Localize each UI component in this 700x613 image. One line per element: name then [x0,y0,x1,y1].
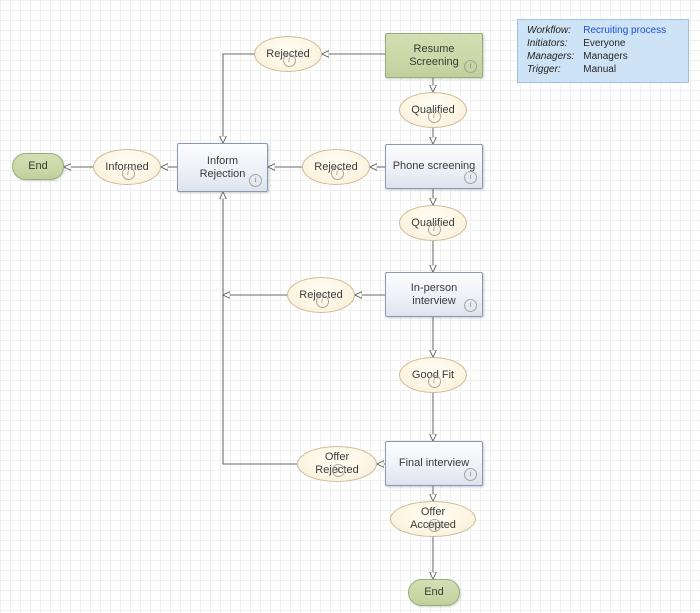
edge-rejected_1-to-inform_rejection[interactable] [223,53,254,143]
info-icon[interactable]: i [249,174,262,187]
info-icon[interactable]: i [464,468,477,481]
info-icon[interactable]: i [464,60,477,73]
node-label-end_left: End [28,160,48,173]
node-rejected_2[interactable]: Rejected i [302,149,370,185]
node-resume_screening[interactable]: Resume Screening i [385,33,483,78]
legend-key: Trigger: [527,64,561,75]
workflow-properties-legend: Workflow: Recruiting process Initiators: Ev… [517,19,689,83]
node-label-end_bottom: End [424,586,444,599]
legend-value: Everyone [583,38,626,49]
info-icon[interactable]: i [464,299,477,312]
legend-value: Manual [583,64,617,75]
info-icon[interactable]: i [121,167,135,180]
node-end_bottom[interactable]: End [408,579,460,606]
node-informed[interactable]: Informed i [93,149,161,185]
info-icon[interactable]: i [427,110,441,123]
info-icon[interactable]: i [427,375,441,388]
legend-row: Workflow: Recruiting process [527,25,666,38]
legend-key: Initiators: [527,38,568,49]
node-phone_screening[interactable]: Phone screening i [385,144,483,189]
info-icon[interactable]: i [282,54,296,67]
legend-row: Managers: Managers [527,51,666,64]
node-label-final_interview: Final interview [398,457,470,470]
node-offer_rejected[interactable]: Offer Rejected i [297,446,377,482]
edge-offer_rejected-to-inform_rejection[interactable] [223,192,297,465]
legend-table: Workflow: Recruiting process Initiators: Ev… [527,25,666,77]
info-icon[interactable]: i [464,171,477,184]
node-inform_rejection[interactable]: Inform Rejection i [177,143,268,192]
workflow-canvas[interactable]: Resume Screening i Rejected i Qualified i Phon… [0,0,700,613]
info-icon[interactable]: i [427,519,441,532]
legend-row: Initiators: Everyone [527,38,666,51]
legend-value[interactable]: Recruiting process [583,25,666,38]
node-in_person[interactable]: In-person interview i [385,272,483,317]
info-icon[interactable]: i [315,295,329,308]
info-icon[interactable]: i [427,223,441,236]
node-final_interview[interactable]: Final interview i [385,441,483,486]
node-rejected_3[interactable]: Rejected i [287,277,355,313]
legend-row: Trigger: Manual [527,64,666,77]
node-end_left[interactable]: End [12,153,64,180]
node-rejected_1[interactable]: Rejected i [254,36,322,72]
node-offer_accepted[interactable]: Offer Accepted i [390,501,476,537]
node-qualified_1[interactable]: Qualified i [399,92,467,128]
info-icon[interactable]: i [330,167,344,180]
info-icon[interactable]: i [331,464,345,477]
node-qualified_2[interactable]: Qualified i [399,205,467,241]
legend-value: Managers [583,51,628,62]
legend-key: Managers: [527,51,575,62]
legend-key: Workflow: [527,25,571,36]
edge-layer [0,0,700,613]
node-good_fit[interactable]: Good Fit i [399,357,467,393]
